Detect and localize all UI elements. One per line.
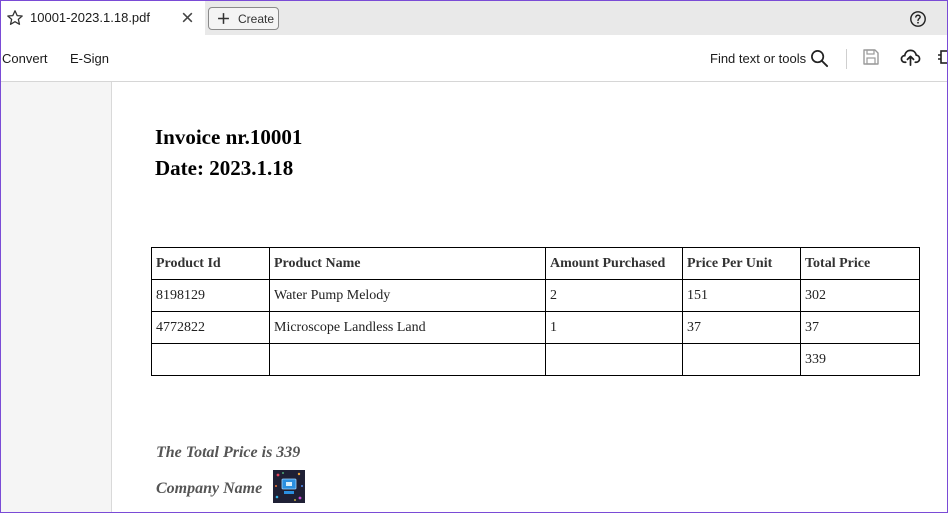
cell-amount: 1 (545, 311, 683, 344)
invoice-number-heading: Invoice nr.10001 (155, 125, 303, 149)
toolbar: Convert E-Sign Find text or tools (0, 35, 948, 82)
header-product-id: Product Id (151, 247, 270, 280)
toolbar-divider (846, 49, 847, 69)
tab-title: 10001-2023.1.18.pdf (30, 10, 150, 25)
cell-total-price: 37 (800, 311, 920, 344)
cell-unit-price: 151 (682, 279, 801, 312)
more-tools-icon[interactable] (938, 48, 948, 66)
invoice-date-heading: Date: 2023.1.18 (155, 156, 294, 180)
cell-empty (545, 343, 683, 376)
menu-convert[interactable]: Convert (2, 51, 48, 66)
create-label: Create (238, 12, 275, 26)
cell-empty (151, 343, 270, 376)
header-amount-purchased: Amount Purchased (545, 247, 683, 280)
cell-grand-total: 339 (800, 343, 920, 376)
cell-product-id: 4772822 (151, 311, 270, 344)
header-price-per-unit: Price Per Unit (682, 247, 801, 280)
table-header-row: Product Id Product Name Amount Purchased… (151, 247, 920, 280)
company-logo (273, 470, 305, 503)
star-icon[interactable] (6, 9, 24, 27)
cloud-upload-icon[interactable] (900, 47, 921, 68)
plus-icon (218, 13, 229, 24)
header-product-name: Product Name (269, 247, 546, 280)
table-row: 8198129 Water Pump Melody 2 151 302 (151, 279, 920, 312)
left-pane (0, 82, 112, 513)
document-tab[interactable]: 10001-2023.1.18.pdf (0, 1, 205, 36)
cell-empty (682, 343, 801, 376)
close-icon[interactable] (181, 11, 194, 24)
pdf-page: Invoice nr.10001 Date: 2023.1.18 Product… (112, 82, 948, 513)
cell-product-name: Microscope Landless Land (269, 311, 546, 344)
tab-bar: 10001-2023.1.18.pdf Create (0, 0, 948, 36)
header-total-price: Total Price (800, 247, 920, 280)
help-icon[interactable] (909, 10, 927, 28)
table-total-row: 339 (151, 343, 920, 376)
cell-product-name: Water Pump Melody (269, 279, 546, 312)
cell-unit-price: 37 (682, 311, 801, 344)
cell-product-id: 8198129 (151, 279, 270, 312)
cell-empty (269, 343, 546, 376)
invoice-table: Product Id Product Name Amount Purchased… (151, 247, 920, 376)
save-icon[interactable] (862, 48, 880, 66)
search-icon[interactable] (810, 49, 829, 68)
total-price-text: The Total Price is 339 (156, 444, 301, 461)
company-name-text: Company Name (156, 480, 263, 497)
table-row: 4772822 Microscope Landless Land 1 37 37 (151, 311, 920, 344)
cell-amount: 2 (545, 279, 683, 312)
find-text-or-tools[interactable]: Find text or tools (710, 51, 806, 66)
cell-total-price: 302 (800, 279, 920, 312)
menu-e-sign[interactable]: E-Sign (70, 51, 109, 66)
create-button[interactable]: Create (208, 7, 279, 30)
